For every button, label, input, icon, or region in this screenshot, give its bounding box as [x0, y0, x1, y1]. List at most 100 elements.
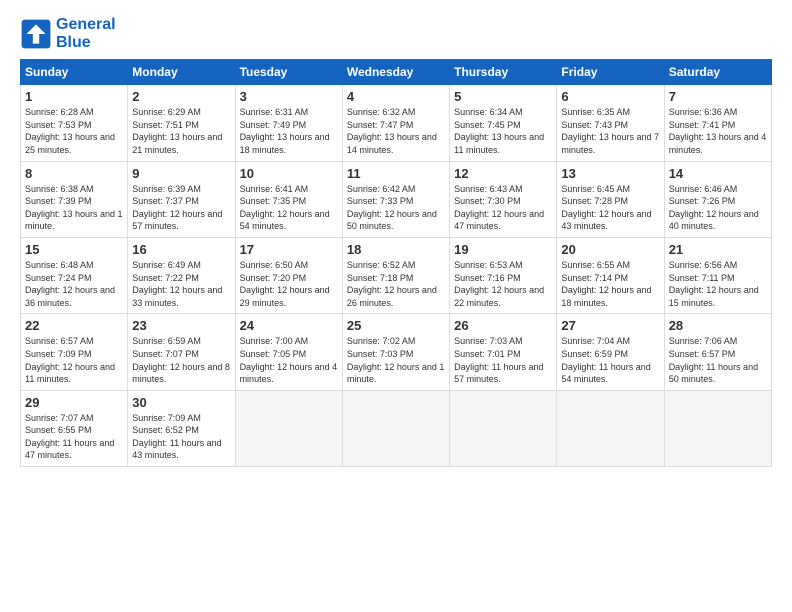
day-info: Sunrise: 6:55 AM Sunset: 7:14 PM Dayligh… — [561, 259, 659, 309]
day-info: Sunrise: 6:56 AM Sunset: 7:11 PM Dayligh… — [669, 259, 767, 309]
weekday-header-row: Sunday Monday Tuesday Wednesday Thursday… — [21, 60, 772, 85]
empty-cell — [235, 390, 342, 466]
day-cell-1: 1 Sunrise: 6:28 AM Sunset: 7:53 PM Dayli… — [21, 85, 128, 161]
calendar: Sunday Monday Tuesday Wednesday Thursday… — [20, 59, 772, 467]
day-cell-16: 16 Sunrise: 6:49 AM Sunset: 7:22 PM Dayl… — [128, 237, 235, 313]
day-info: Sunrise: 6:50 AM Sunset: 7:20 PM Dayligh… — [240, 259, 338, 309]
day-cell-4: 4 Sunrise: 6:32 AM Sunset: 7:47 PM Dayli… — [342, 85, 449, 161]
day-number: 30 — [132, 395, 230, 410]
day-cell-9: 9 Sunrise: 6:39 AM Sunset: 7:37 PM Dayli… — [128, 161, 235, 237]
header-wednesday: Wednesday — [342, 60, 449, 85]
day-number: 8 — [25, 166, 123, 181]
day-cell-5: 5 Sunrise: 6:34 AM Sunset: 7:45 PM Dayli… — [450, 85, 557, 161]
day-info: Sunrise: 6:49 AM Sunset: 7:22 PM Dayligh… — [132, 259, 230, 309]
day-cell-18: 18 Sunrise: 6:52 AM Sunset: 7:18 PM Dayl… — [342, 237, 449, 313]
header-friday: Friday — [557, 60, 664, 85]
day-cell-11: 11 Sunrise: 6:42 AM Sunset: 7:33 PM Dayl… — [342, 161, 449, 237]
day-number: 18 — [347, 242, 445, 257]
header-tuesday: Tuesday — [235, 60, 342, 85]
day-cell-22: 22 Sunrise: 6:57 AM Sunset: 7:09 PM Dayl… — [21, 314, 128, 390]
calendar-week-row: 29 Sunrise: 7:07 AM Sunset: 6:55 PM Dayl… — [21, 390, 772, 466]
day-info: Sunrise: 7:02 AM Sunset: 7:03 PM Dayligh… — [347, 335, 445, 385]
day-info: Sunrise: 6:52 AM Sunset: 7:18 PM Dayligh… — [347, 259, 445, 309]
day-info: Sunrise: 6:42 AM Sunset: 7:33 PM Dayligh… — [347, 183, 445, 233]
day-cell-30: 30 Sunrise: 7:09 AM Sunset: 6:52 PM Dayl… — [128, 390, 235, 466]
day-number: 25 — [347, 318, 445, 333]
empty-cell — [450, 390, 557, 466]
day-info: Sunrise: 7:00 AM Sunset: 7:05 PM Dayligh… — [240, 335, 338, 385]
day-number: 19 — [454, 242, 552, 257]
day-cell-25: 25 Sunrise: 7:02 AM Sunset: 7:03 PM Dayl… — [342, 314, 449, 390]
page: General Blue Sunday Monday Tuesday Wedne… — [0, 0, 792, 612]
day-info: Sunrise: 6:41 AM Sunset: 7:35 PM Dayligh… — [240, 183, 338, 233]
day-info: Sunrise: 6:34 AM Sunset: 7:45 PM Dayligh… — [454, 106, 552, 156]
day-info: Sunrise: 6:43 AM Sunset: 7:30 PM Dayligh… — [454, 183, 552, 233]
logo: General Blue — [20, 16, 116, 51]
day-info: Sunrise: 6:46 AM Sunset: 7:26 PM Dayligh… — [669, 183, 767, 233]
day-number: 11 — [347, 166, 445, 181]
day-number: 3 — [240, 89, 338, 104]
day-info: Sunrise: 6:29 AM Sunset: 7:51 PM Dayligh… — [132, 106, 230, 156]
day-cell-6: 6 Sunrise: 6:35 AM Sunset: 7:43 PM Dayli… — [557, 85, 664, 161]
day-info: Sunrise: 6:36 AM Sunset: 7:41 PM Dayligh… — [669, 106, 767, 156]
header-thursday: Thursday — [450, 60, 557, 85]
day-info: Sunrise: 6:57 AM Sunset: 7:09 PM Dayligh… — [25, 335, 123, 385]
day-number: 7 — [669, 89, 767, 104]
day-number: 9 — [132, 166, 230, 181]
day-cell-15: 15 Sunrise: 6:48 AM Sunset: 7:24 PM Dayl… — [21, 237, 128, 313]
day-cell-17: 17 Sunrise: 6:50 AM Sunset: 7:20 PM Dayl… — [235, 237, 342, 313]
day-info: Sunrise: 6:45 AM Sunset: 7:28 PM Dayligh… — [561, 183, 659, 233]
day-cell-24: 24 Sunrise: 7:00 AM Sunset: 7:05 PM Dayl… — [235, 314, 342, 390]
logo-icon — [20, 18, 52, 50]
day-number: 27 — [561, 318, 659, 333]
day-number: 24 — [240, 318, 338, 333]
calendar-week-row: 8 Sunrise: 6:38 AM Sunset: 7:39 PM Dayli… — [21, 161, 772, 237]
day-info: Sunrise: 6:28 AM Sunset: 7:53 PM Dayligh… — [25, 106, 123, 156]
day-cell-20: 20 Sunrise: 6:55 AM Sunset: 7:14 PM Dayl… — [557, 237, 664, 313]
day-cell-26: 26 Sunrise: 7:03 AM Sunset: 7:01 PM Dayl… — [450, 314, 557, 390]
day-cell-13: 13 Sunrise: 6:45 AM Sunset: 7:28 PM Dayl… — [557, 161, 664, 237]
day-number: 4 — [347, 89, 445, 104]
day-info: Sunrise: 6:48 AM Sunset: 7:24 PM Dayligh… — [25, 259, 123, 309]
day-number: 14 — [669, 166, 767, 181]
day-info: Sunrise: 7:06 AM Sunset: 6:57 PM Dayligh… — [669, 335, 767, 385]
header-sunday: Sunday — [21, 60, 128, 85]
day-cell-23: 23 Sunrise: 6:59 AM Sunset: 7:07 PM Dayl… — [128, 314, 235, 390]
day-info: Sunrise: 6:35 AM Sunset: 7:43 PM Dayligh… — [561, 106, 659, 156]
day-info: Sunrise: 6:32 AM Sunset: 7:47 PM Dayligh… — [347, 106, 445, 156]
day-info: Sunrise: 6:53 AM Sunset: 7:16 PM Dayligh… — [454, 259, 552, 309]
calendar-week-row: 15 Sunrise: 6:48 AM Sunset: 7:24 PM Dayl… — [21, 237, 772, 313]
day-number: 13 — [561, 166, 659, 181]
day-cell-19: 19 Sunrise: 6:53 AM Sunset: 7:16 PM Dayl… — [450, 237, 557, 313]
day-info: Sunrise: 6:31 AM Sunset: 7:49 PM Dayligh… — [240, 106, 338, 156]
day-number: 28 — [669, 318, 767, 333]
day-cell-28: 28 Sunrise: 7:06 AM Sunset: 6:57 PM Dayl… — [664, 314, 771, 390]
day-number: 6 — [561, 89, 659, 104]
day-cell-7: 7 Sunrise: 6:36 AM Sunset: 7:41 PM Dayli… — [664, 85, 771, 161]
day-number: 2 — [132, 89, 230, 104]
day-cell-2: 2 Sunrise: 6:29 AM Sunset: 7:51 PM Dayli… — [128, 85, 235, 161]
calendar-week-row: 22 Sunrise: 6:57 AM Sunset: 7:09 PM Dayl… — [21, 314, 772, 390]
day-info: Sunrise: 7:04 AM Sunset: 6:59 PM Dayligh… — [561, 335, 659, 385]
day-cell-10: 10 Sunrise: 6:41 AM Sunset: 7:35 PM Dayl… — [235, 161, 342, 237]
header: General Blue — [20, 16, 772, 51]
empty-cell — [342, 390, 449, 466]
day-info: Sunrise: 6:39 AM Sunset: 7:37 PM Dayligh… — [132, 183, 230, 233]
day-number: 17 — [240, 242, 338, 257]
day-cell-27: 27 Sunrise: 7:04 AM Sunset: 6:59 PM Dayl… — [557, 314, 664, 390]
logo-text: General Blue — [56, 16, 116, 51]
day-info: Sunrise: 7:03 AM Sunset: 7:01 PM Dayligh… — [454, 335, 552, 385]
day-cell-29: 29 Sunrise: 7:07 AM Sunset: 6:55 PM Dayl… — [21, 390, 128, 466]
day-number: 15 — [25, 242, 123, 257]
day-number: 12 — [454, 166, 552, 181]
empty-cell — [664, 390, 771, 466]
header-saturday: Saturday — [664, 60, 771, 85]
day-info: Sunrise: 7:07 AM Sunset: 6:55 PM Dayligh… — [25, 412, 123, 462]
day-number: 10 — [240, 166, 338, 181]
day-info: Sunrise: 6:59 AM Sunset: 7:07 PM Dayligh… — [132, 335, 230, 385]
day-number: 5 — [454, 89, 552, 104]
day-number: 26 — [454, 318, 552, 333]
day-cell-3: 3 Sunrise: 6:31 AM Sunset: 7:49 PM Dayli… — [235, 85, 342, 161]
day-number: 20 — [561, 242, 659, 257]
day-cell-8: 8 Sunrise: 6:38 AM Sunset: 7:39 PM Dayli… — [21, 161, 128, 237]
